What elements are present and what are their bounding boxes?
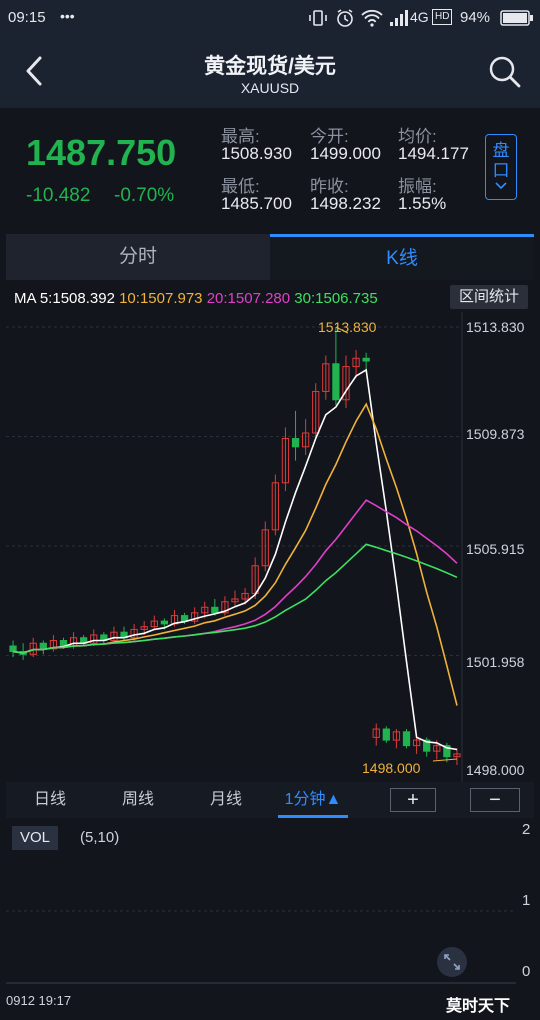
candle-down [39, 642, 47, 650]
low-marker-label: 1498.000 [362, 760, 421, 776]
candle-down [9, 645, 17, 653]
kline-chart[interactable]: MA 5:1508.392 10:1507.973 20:1507.280 30… [6, 282, 534, 782]
ma10-line [12, 402, 458, 706]
status-time: 09:15 [8, 9, 46, 26]
vibrate-icon [309, 10, 327, 26]
candle-down [362, 357, 370, 362]
footer: 0912 19:17 莫时天下 [0, 990, 540, 1020]
high-marker-label: 1513.830 [318, 319, 377, 335]
wifi-icon [361, 9, 383, 27]
candle-down [332, 363, 340, 401]
signal-icon [390, 10, 408, 26]
price-axis-label: 1513.830 [466, 319, 525, 335]
candle-down [211, 606, 219, 614]
stat-low: 1485.700 [221, 194, 292, 213]
watermark: 莫时天下 [446, 998, 511, 1015]
volume-panel: VOL (5,10) 2 1 0 [6, 818, 534, 990]
period-daily[interactable]: 日线 [18, 782, 82, 818]
quote-panel: 1487.750 -10.482 -0.70% 最高: 1508.930 今开:… [0, 108, 540, 230]
price-axis-label: 1509.873 [466, 426, 525, 442]
kline-plot [6, 312, 463, 782]
period-bar: 日线 周线 月线 1分钟▲ + − [6, 782, 534, 818]
stat-amplitude: 1.55% [398, 194, 447, 213]
footer-timestamp: 0912 19:17 [6, 993, 72, 1008]
stat-avg: 1494.177 [398, 144, 469, 163]
hd-badge: HD [432, 9, 453, 25]
search-icon[interactable] [487, 54, 523, 90]
status-bar: 09:15 ••• 4G HD 94% [0, 0, 540, 36]
price-axis-label: 1505.915 [466, 541, 525, 557]
price-change-percent: -0.70% [114, 185, 175, 206]
nav-bar: 黄金现货/美元 XAUUSD [0, 36, 540, 108]
last-price: 1487.750 [26, 132, 177, 173]
order-book-button[interactable]: 盘口 [485, 134, 517, 200]
stat-prev-close: 1498.232 [310, 194, 381, 213]
price-axis-label: 1498.000 [466, 762, 525, 778]
chevron-down-icon [495, 182, 507, 190]
fullscreen-icon[interactable] [436, 946, 468, 978]
page-title: 黄金现货/美元 [204, 55, 336, 78]
candle-down [402, 731, 411, 747]
ma5-line [12, 368, 458, 751]
network-type: 4G [410, 9, 429, 25]
zoom-in-button[interactable]: + [390, 788, 436, 812]
period-weekly[interactable]: 周线 [106, 782, 170, 818]
candle-down [382, 728, 390, 741]
price-axis-label: 1501.958 [466, 654, 525, 670]
candle-down [291, 438, 300, 448]
battery-icon [500, 10, 533, 26]
alarm-icon [337, 9, 353, 27]
battery-percent: 94% [460, 9, 491, 26]
symbol-subtitle: XAUUSD [240, 80, 300, 96]
period-1min[interactable]: 1分钟▲ [278, 782, 348, 818]
candle-down [160, 620, 169, 625]
price-change: -10.482 [26, 185, 91, 206]
order-book-label: 盘口 [492, 141, 510, 180]
period-monthly[interactable]: 月线 [194, 782, 258, 818]
stat-high: 1508.930 [221, 144, 292, 163]
zoom-out-button[interactable]: − [470, 788, 520, 812]
stat-open: 1499.000 [310, 144, 381, 163]
tab-timeshare[interactable]: 分时 [6, 234, 270, 280]
more-icon: ••• [60, 8, 75, 24]
chart-tabs: 分时 K线 [6, 234, 534, 280]
tab-kline[interactable]: K线 [270, 234, 534, 280]
